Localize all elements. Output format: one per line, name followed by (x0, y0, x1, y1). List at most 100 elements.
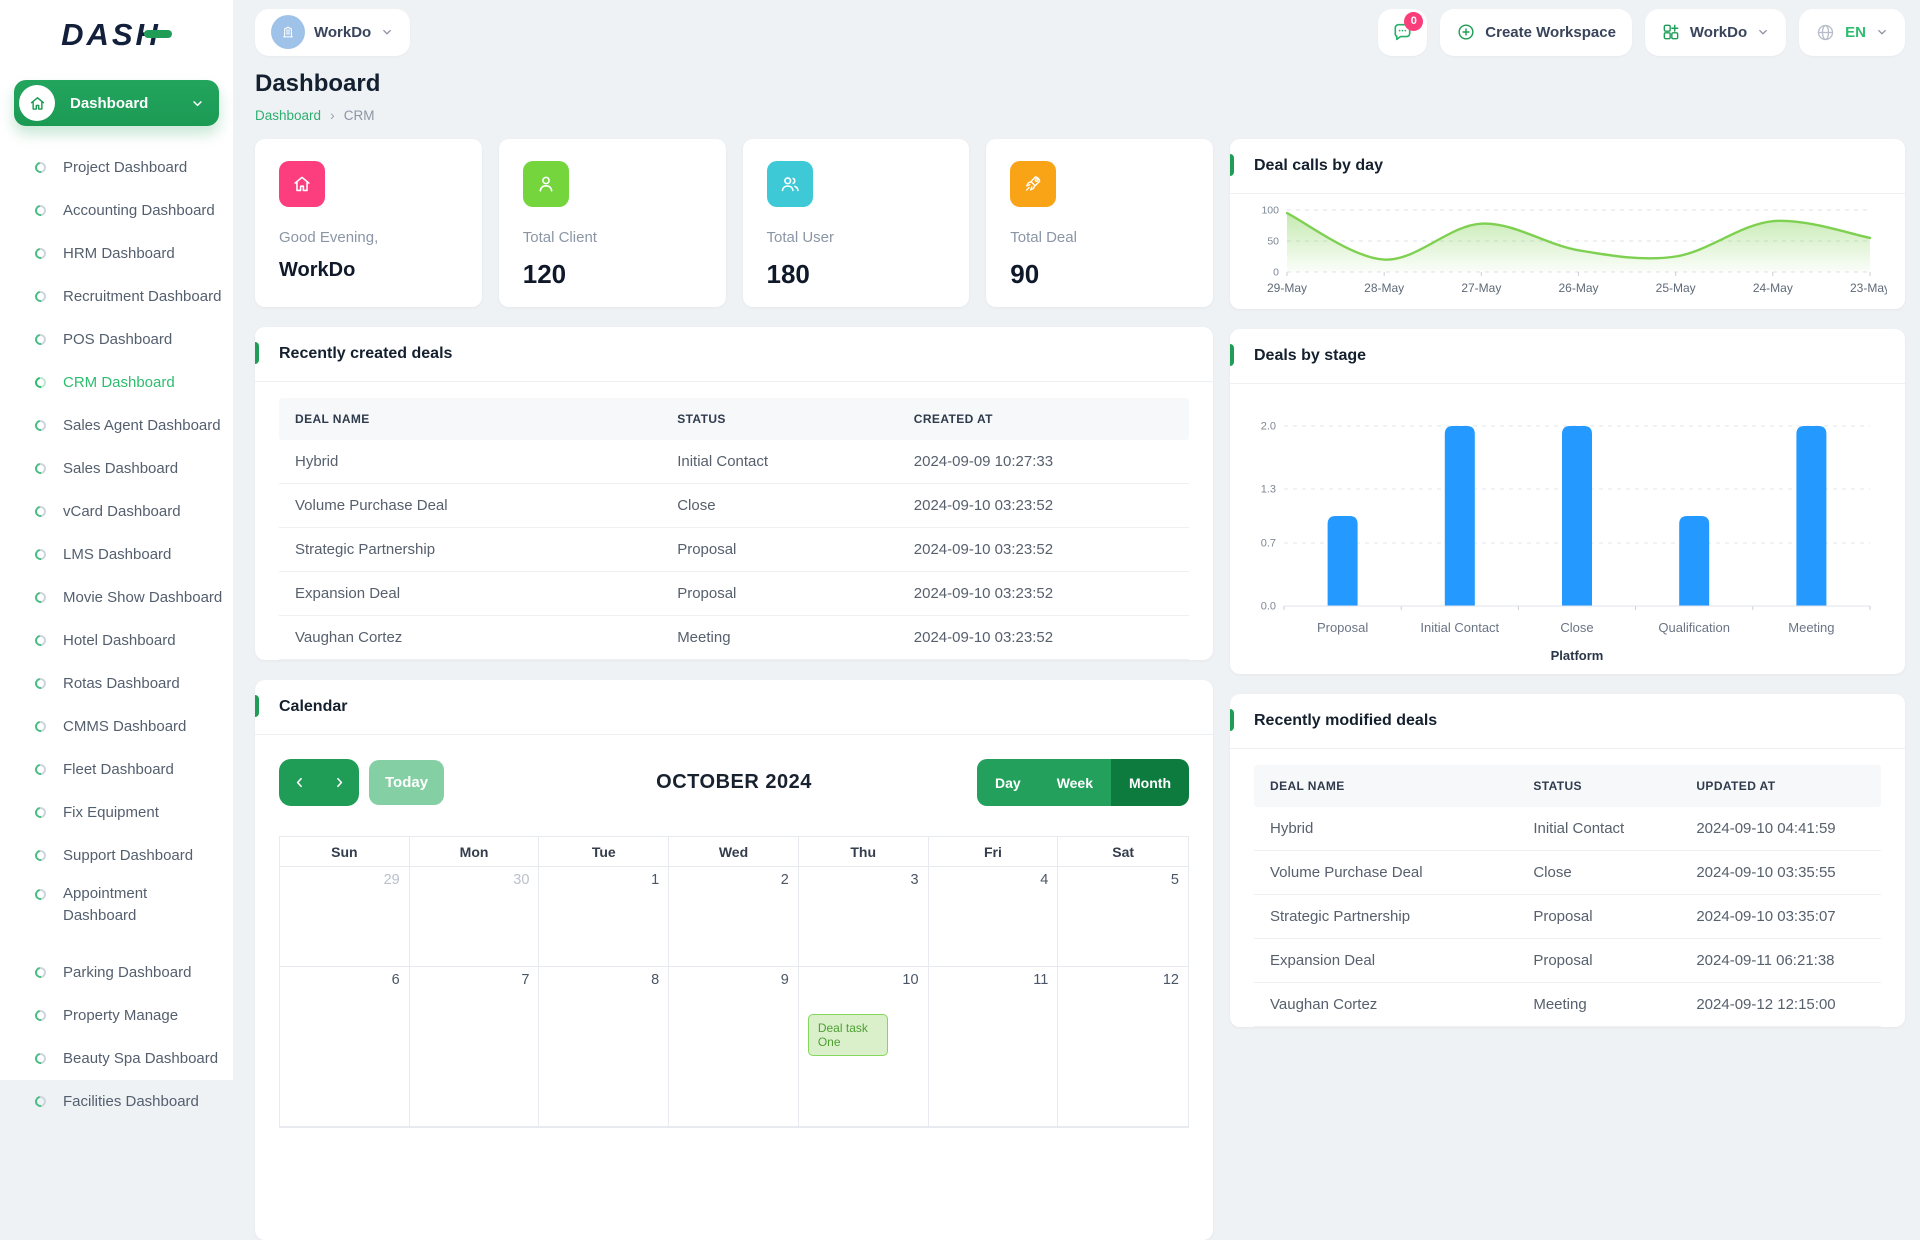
table-cell: Volume Purchase Deal (1254, 851, 1517, 894)
sidebar-item-movie-show-dashboard[interactable]: Movie Show Dashboard (0, 576, 233, 619)
plus-circle-icon (1456, 22, 1476, 42)
sidebar-item-support-dashboard[interactable]: Support Dashboard (0, 834, 233, 877)
sidebar-item-property-manage[interactable]: Property Manage (0, 994, 233, 1037)
radio-circle-icon (33, 1008, 48, 1023)
stat-label: Good Evening, (279, 229, 458, 246)
radio-circle-icon (33, 965, 48, 980)
table-row[interactable]: Strategic PartnershipProposal2024-09-10 … (1254, 895, 1881, 939)
calendar-cell[interactable]: 1 (539, 867, 669, 967)
table-row[interactable]: Vaughan CortezMeeting2024-09-10 03:23:52 (279, 616, 1189, 660)
sidebar-item-label: Fleet Dashboard (63, 761, 174, 778)
calendar-cell[interactable]: 3 (799, 867, 929, 967)
radio-circle-icon (33, 375, 48, 390)
globe-icon (1815, 22, 1836, 43)
calendar-view-month-button[interactable]: Month (1111, 759, 1189, 806)
card-title: Calendar (279, 698, 347, 715)
stat-value: WorkDo (279, 259, 458, 282)
sidebar-item-hrm-dashboard[interactable]: HRM Dashboard (0, 232, 233, 275)
table-row[interactable]: HybridInitial Contact2024-09-09 10:27:33 (279, 440, 1189, 484)
calendar-day-headers: SunMonTueWedThuFriSat (280, 837, 1188, 867)
breadcrumb-dashboard-link[interactable]: Dashboard (255, 108, 321, 123)
language-selector[interactable]: EN (1799, 9, 1905, 56)
calendar-cell[interactable]: 29 (280, 867, 410, 967)
calendar-cell[interactable]: 8 (539, 967, 669, 1127)
svg-text:2.0: 2.0 (1261, 421, 1276, 433)
workdo-menu-button[interactable]: WorkDo (1645, 9, 1786, 56)
sidebar-item-crm-dashboard[interactable]: CRM Dashboard (0, 361, 233, 404)
sidebar-item-project-dashboard[interactable]: Project Dashboard (0, 146, 233, 189)
table-row[interactable]: Volume Purchase DealClose2024-09-10 03:2… (279, 484, 1189, 528)
radio-circle-icon (33, 887, 48, 902)
sidebar-item-rotas-dashboard[interactable]: Rotas Dashboard (0, 662, 233, 705)
calendar-day-number: 29 (289, 872, 400, 888)
svg-text:100: 100 (1261, 205, 1279, 217)
main-content: Dashboard Dashboard › CRM Good Evening,W… (255, 70, 1905, 1240)
create-workspace-button[interactable]: Create Workspace (1440, 9, 1632, 56)
sidebar-item-beauty-spa-dashboard[interactable]: Beauty Spa Dashboard (0, 1037, 233, 1080)
sidebar-item-accounting-dashboard[interactable]: Accounting Dashboard (0, 189, 233, 232)
calendar-cell[interactable]: 4 (929, 867, 1059, 967)
sidebar-item-sales-agent-dashboard[interactable]: Sales Agent Dashboard (0, 404, 233, 447)
radio-circle-icon (33, 848, 48, 863)
sidebar-item-cmms-dashboard[interactable]: CMMS Dashboard (0, 705, 233, 748)
calendar-view-day-button[interactable]: Day (977, 759, 1039, 806)
sidebar-item-facilities-dashboard[interactable]: Facilities Dashboard (0, 1080, 233, 1123)
sidebar-item-dashboard[interactable]: Dashboard (14, 80, 219, 126)
table-cell: Expansion Deal (1254, 939, 1517, 982)
table-cell: 2024-09-10 03:35:55 (1680, 851, 1881, 894)
sidebar-item-fix-equipment[interactable]: Fix Equipment (0, 791, 233, 834)
sidebar-item-pos-dashboard[interactable]: POS Dashboard (0, 318, 233, 361)
table-row[interactable]: Strategic PartnershipProposal2024-09-10 … (279, 528, 1189, 572)
sidebar-item-sales-dashboard[interactable]: Sales Dashboard (0, 447, 233, 490)
table-row[interactable]: HybridInitial Contact2024-09-10 04:41:59 (1254, 807, 1881, 851)
svg-text:0.0: 0.0 (1261, 601, 1276, 613)
stat-value: 180 (767, 259, 946, 290)
workspace-selector[interactable]: WorkDo (255, 9, 410, 56)
calendar-prev-button[interactable] (279, 759, 319, 806)
card-header: Recently modified deals (1230, 694, 1905, 749)
sidebar-item-recruitment-dashboard[interactable]: Recruitment Dashboard (0, 275, 233, 318)
calendar-today-button[interactable]: Today (369, 760, 444, 805)
table-cell: Meeting (661, 616, 898, 659)
recently-created-deals-card: Recently created deals DEAL NAMESTATUSCR… (255, 327, 1213, 660)
calendar-cell[interactable]: 2 (669, 867, 799, 967)
calendar-cell[interactable]: 7 (410, 967, 540, 1127)
messages-button[interactable]: 0 (1378, 9, 1427, 56)
calendar-event[interactable]: Deal task One (808, 1014, 888, 1056)
table-cell: 2024-09-12 12:15:00 (1680, 983, 1881, 1026)
table-row[interactable]: Expansion DealProposal2024-09-11 06:21:3… (1254, 939, 1881, 983)
home-icon (279, 161, 325, 207)
sidebar-item-vcard-dashboard[interactable]: vCard Dashboard (0, 490, 233, 533)
sidebar-item-fleet-dashboard[interactable]: Fleet Dashboard (0, 748, 233, 791)
chevron-down-icon (1875, 25, 1889, 39)
svg-text:Initial Contact: Initial Contact (1420, 620, 1499, 635)
stat-label: Total User (767, 229, 946, 246)
sidebar-item-hotel-dashboard[interactable]: Hotel Dashboard (0, 619, 233, 662)
calendar-cell[interactable]: 12 (1058, 967, 1188, 1127)
svg-text:Proposal: Proposal (1317, 620, 1368, 635)
calendar-week-row: 29 3012345 (280, 867, 1188, 967)
table-row[interactable]: Expansion DealProposal2024-09-10 03:23:5… (279, 572, 1189, 616)
recently-created-deals-table: DEAL NAMESTATUSCREATED AT HybridInitial … (279, 398, 1189, 660)
calendar-cell[interactable]: 5 (1058, 867, 1188, 967)
app-logo[interactable]: DASH (0, 0, 233, 60)
calendar-cell[interactable]: 9 (669, 967, 799, 1127)
radio-circle-icon (33, 633, 48, 648)
radio-circle-icon (33, 590, 48, 605)
radio-circle-icon (33, 418, 48, 433)
calendar-view-week-button[interactable]: Week (1039, 759, 1111, 806)
calendar-next-button[interactable] (319, 759, 359, 806)
sidebar-active-label: Dashboard (70, 95, 148, 112)
calendar-cell[interactable]: 30 (410, 867, 540, 967)
table-row[interactable]: Volume Purchase DealClose2024-09-10 03:3… (1254, 851, 1881, 895)
deals-by-stage-card: Deals by stage 0.00.71.32.0ProposalIniti… (1230, 329, 1905, 674)
calendar-day-number: 12 (1067, 972, 1179, 988)
table-row[interactable]: Vaughan CortezMeeting2024-09-12 12:15:00 (1254, 983, 1881, 1027)
calendar-cell[interactable]: 11 (929, 967, 1059, 1127)
stat-card-total-client-120: Total Client120 (499, 139, 726, 307)
calendar-cell[interactable]: 10Deal task One (799, 967, 929, 1127)
sidebar-item-lms-dashboard[interactable]: LMS Dashboard (0, 533, 233, 576)
calendar-cell[interactable]: 6 (280, 967, 410, 1127)
sidebar-item-parking-dashboard[interactable]: Parking Dashboard (0, 951, 233, 994)
sidebar-item-appointment-dashboard[interactable]: Appointment Dashboard (0, 877, 233, 951)
